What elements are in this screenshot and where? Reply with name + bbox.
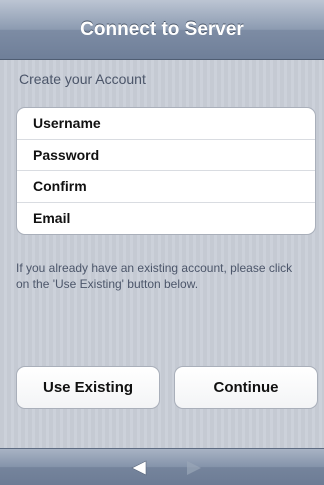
email-field[interactable]: Email [17, 203, 315, 235]
back-arrow-icon[interactable] [129, 460, 149, 476]
use-existing-button[interactable]: Use Existing [16, 366, 160, 409]
page-title: Connect to Server [80, 18, 244, 40]
info-text: If you already have an existing account,… [16, 261, 293, 291]
section-header: Create your Account [19, 71, 146, 87]
continue-button[interactable]: Continue [174, 366, 318, 409]
password-field[interactable]: Password [17, 140, 315, 171]
username-field[interactable]: Username [17, 108, 315, 140]
bottom-toolbar [0, 448, 324, 485]
navigation-bar: Connect to Server [0, 0, 324, 60]
confirm-password-field[interactable]: Confirm [17, 171, 315, 203]
account-form: Username Password Confirm Email [16, 107, 316, 235]
forward-arrow-icon[interactable] [184, 460, 204, 476]
